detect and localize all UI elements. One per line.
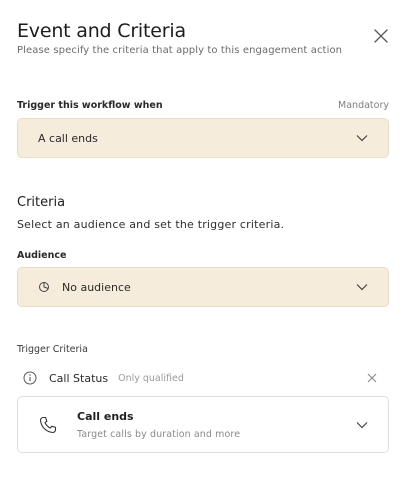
trigger-label: Trigger this workflow when	[17, 100, 163, 111]
dialog-subtitle: Please specify the criteria that apply t…	[17, 45, 343, 56]
chevron-down-icon	[356, 419, 368, 431]
call-status-row: Call Status Only qualified	[17, 368, 389, 388]
dialog-title: Event and Criteria	[17, 20, 186, 42]
chevron-down-icon	[356, 281, 368, 293]
trigger-select-value: A call ends	[38, 131, 98, 145]
close-button[interactable]	[372, 27, 390, 45]
remove-criteria-button[interactable]	[367, 372, 379, 384]
criteria-title: Criteria	[17, 195, 66, 210]
call-ends-text: Call ends Target calls by duration and m…	[77, 410, 356, 440]
audience-select-value: No audience	[62, 280, 131, 294]
call-ends-card[interactable]: Call ends Target calls by duration and m…	[17, 396, 389, 453]
dialog-header: Event and Criteria Please specify the cr…	[17, 19, 391, 56]
trigger-select[interactable]: A call ends	[17, 118, 389, 158]
info-icon	[23, 371, 37, 385]
close-icon	[367, 373, 377, 383]
audience-icon	[38, 280, 52, 294]
audience-label-row: Audience	[17, 250, 389, 261]
phone-icon	[38, 415, 58, 435]
close-icon	[374, 29, 388, 43]
call-status-name: Call Status	[49, 371, 109, 385]
criteria-description: Select an audience and set the trigger c…	[17, 218, 285, 231]
trigger-label-row: Trigger this workflow when Mandatory	[17, 100, 389, 111]
call-ends-subtitle: Target calls by duration and more	[77, 428, 241, 440]
audience-select[interactable]: No audience	[17, 267, 389, 307]
chevron-down-icon	[356, 132, 368, 144]
call-ends-title: Call ends	[77, 409, 134, 423]
trigger-criteria-label: Trigger Criteria	[17, 344, 88, 355]
mandatory-label: Mandatory	[338, 100, 389, 111]
audience-label: Audience	[17, 250, 67, 261]
call-status-value: Only qualified	[118, 372, 184, 384]
